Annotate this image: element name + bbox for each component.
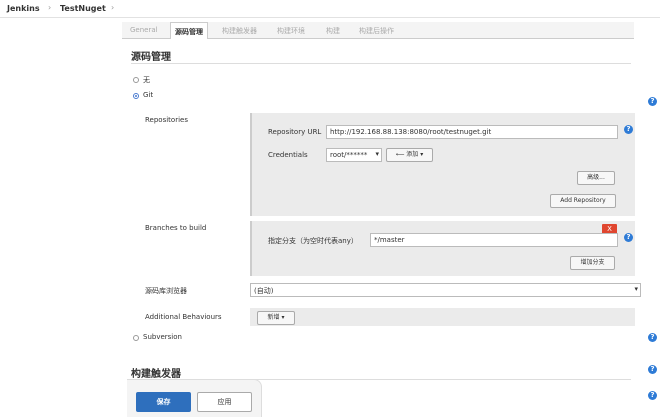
bottom-action-bar: 保存 应用 (127, 379, 262, 417)
tab-build-triggers[interactable]: 构建触发器 (222, 26, 257, 36)
help-icon[interactable]: ? (624, 125, 633, 134)
credentials-select[interactable]: root/****** ▾ (326, 148, 382, 162)
credentials-label: Credentials (268, 151, 308, 159)
section-title-build-triggers: 构建触发器 (131, 369, 181, 380)
tab-post-build[interactable]: 构建后操作 (359, 26, 394, 36)
help-icon[interactable]: ? (648, 333, 657, 342)
add-credentials-button[interactable]: ⟵ 添加 ▾ (386, 148, 433, 162)
radio-scm-subversion[interactable] (133, 335, 139, 341)
chevron-down-icon: ▾ (281, 314, 285, 321)
add-behaviour-button[interactable]: 新增 ▾ (257, 311, 295, 325)
section-title-scm: 源码管理 (131, 52, 171, 63)
tab-scm[interactable]: 源码管理 (170, 22, 208, 39)
chevron-down-icon: ▾ (375, 150, 379, 158)
config-tabs: General 源码管理 构建触发器 构建环境 构建 构建后操作 (122, 22, 634, 39)
section-divider (131, 63, 631, 64)
radio-label-subversion: Subversion (143, 333, 182, 341)
advanced-button[interactable]: 高级... (577, 171, 615, 185)
config-form: General 源码管理 构建触发器 构建环境 构建 构建后操作 (122, 18, 660, 417)
help-icon[interactable]: ? (624, 233, 633, 242)
repository-browser-label: 源码库浏览器 (145, 287, 187, 295)
breadcrumb: Jenkins › TestNuget › (0, 0, 660, 18)
branch-specifier-label: 指定分支（为空时代表any） (268, 237, 358, 245)
behaviours-panel (250, 308, 635, 326)
additional-behaviours-label: Additional Behaviours (145, 313, 222, 321)
radio-scm-git[interactable] (133, 93, 139, 99)
repository-url-label: Repository URL (268, 128, 322, 136)
repository-browser-select[interactable]: (自动) ▾ (250, 283, 641, 297)
tab-general[interactable]: General (130, 26, 158, 34)
add-branch-button[interactable]: 增加分支 (570, 256, 615, 270)
breadcrumb-separator[interactable]: › (111, 3, 114, 12)
credentials-value: root/****** (330, 151, 368, 159)
add-credentials-label: 添加 (406, 151, 419, 158)
help-icon[interactable]: ? (648, 391, 657, 400)
chevron-down-icon: ▾ (420, 151, 424, 158)
apply-button[interactable]: 应用 (197, 392, 252, 412)
chevron-down-icon: ▾ (634, 285, 638, 293)
save-button[interactable]: 保存 (136, 392, 191, 412)
branch-specifier-input[interactable]: */master (370, 233, 618, 247)
repositories-label: Repositories (145, 116, 188, 124)
key-icon: ⟵ (395, 151, 405, 158)
tab-build[interactable]: 构建 (326, 26, 340, 36)
add-repository-button[interactable]: Add Repository (550, 194, 616, 208)
add-behaviour-label: 新增 (267, 314, 280, 321)
tab-build-environment[interactable]: 构建环境 (277, 26, 305, 36)
radio-label-none: 无 (143, 76, 150, 84)
repository-browser-value: (自动) (254, 287, 274, 295)
help-icon[interactable]: ? (648, 97, 657, 106)
radio-scm-none[interactable] (133, 77, 139, 83)
branches-label: Branches to build (145, 224, 207, 232)
breadcrumb-job[interactable]: TestNuget (60, 4, 106, 13)
radio-label-git: Git (143, 91, 154, 99)
repository-url-input[interactable]: http://192.168.88.138:8080/root/testnuge… (326, 125, 618, 139)
help-icon[interactable]: ? (648, 365, 657, 374)
breadcrumb-separator: › (48, 3, 52, 12)
breadcrumb-jenkins[interactable]: Jenkins (7, 4, 40, 13)
